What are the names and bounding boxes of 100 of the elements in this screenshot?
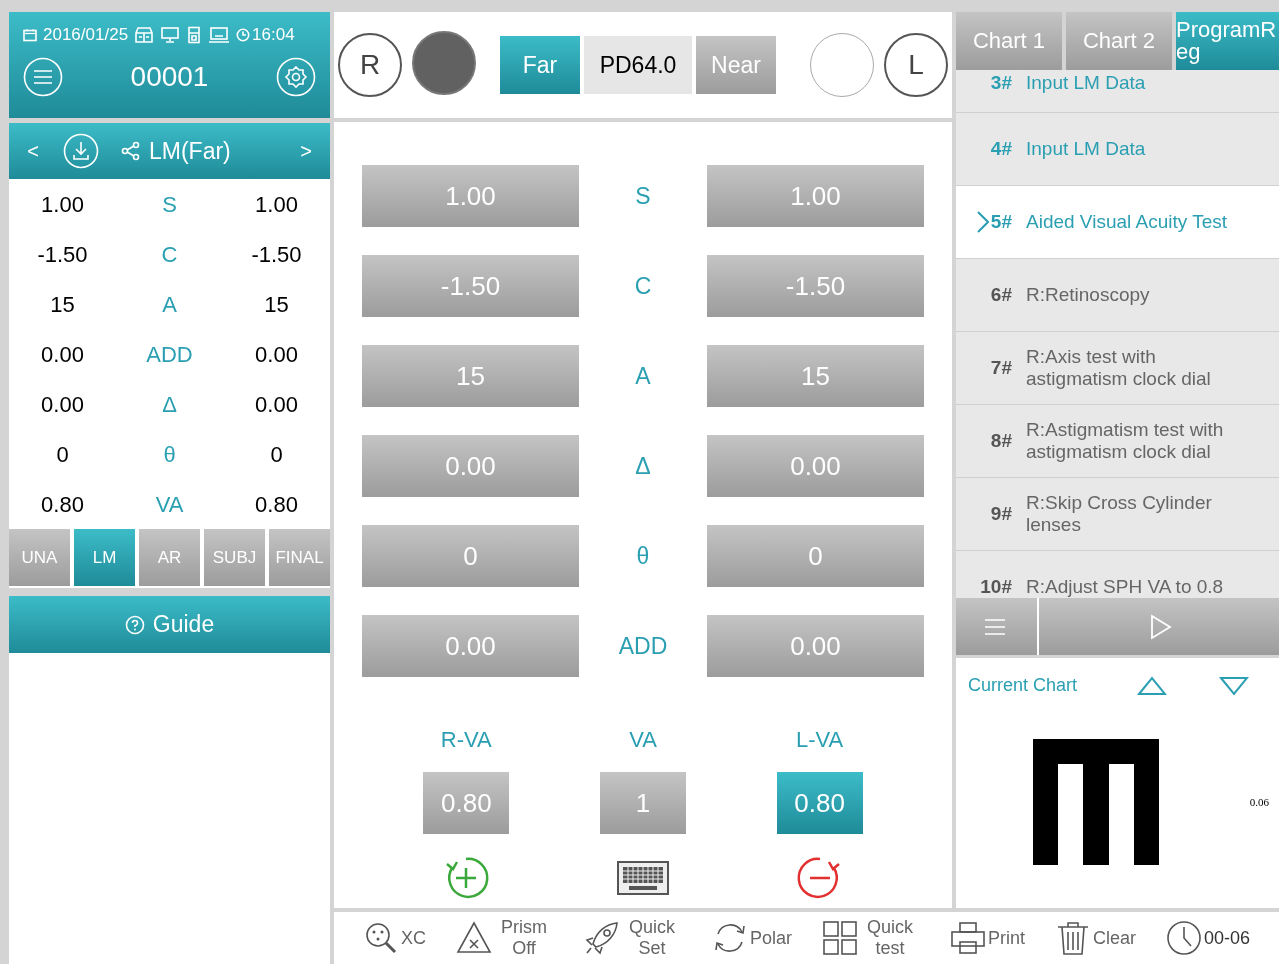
left-value-button[interactable]: 0.00 — [707, 615, 924, 677]
left-value: 1.00 — [254, 190, 299, 219]
left-value: 0.80 — [254, 490, 299, 519]
step-number: 4# — [990, 136, 1012, 161]
date-text: 2016/01/25 — [43, 24, 129, 46]
acuity-field[interactable]: 0.80 — [423, 772, 510, 834]
device-icon — [134, 25, 155, 44]
toolbar-button[interactable]: Clear — [1054, 920, 1136, 956]
lens-meter-title: LM(Far) — [149, 136, 231, 166]
triangle-icon — [456, 920, 492, 956]
parameter-label: ADD — [617, 631, 669, 661]
toolbar-button[interactable]: Polar — [711, 920, 792, 956]
next-button[interactable]: > — [296, 136, 316, 166]
time-text: 16:04 — [252, 24, 295, 46]
step-number: 8# — [990, 428, 1012, 453]
right-value-button[interactable]: -1.50 — [362, 255, 579, 317]
program-step[interactable]: 5# Aided Visual Acuity Test — [956, 186, 1279, 259]
left-value: 0 — [269, 440, 284, 469]
parameter-label: C — [633, 271, 653, 301]
left-value-button[interactable]: 0 — [707, 525, 924, 587]
right-value: 0 — [55, 440, 70, 469]
step-number: 3# — [990, 70, 1012, 95]
chart-tab[interactable]: Chart 2 — [1066, 12, 1172, 70]
right-value-button[interactable]: 1.00 — [362, 165, 579, 227]
right-value: 0.80 — [40, 490, 85, 519]
patient-id: 00001 — [130, 59, 209, 94]
magnifier-icon — [363, 920, 399, 956]
step-number: 6# — [990, 282, 1012, 307]
acuity-field[interactable]: 0.80 — [776, 772, 863, 834]
right-value-button[interactable]: 15 — [362, 345, 579, 407]
chevron-icon — [976, 211, 989, 233]
toolbar-button[interactable]: XC — [363, 920, 426, 956]
acuity-label: R-VA — [440, 726, 492, 754]
step-number: 10# — [980, 574, 1012, 598]
parameter-label: S — [161, 190, 178, 219]
eye-button[interactable]: L — [884, 33, 948, 97]
left-value-button[interactable]: 15 — [707, 345, 924, 407]
chart-tab[interactable]: ProgramReg — [1176, 12, 1279, 70]
step-number: 9# — [990, 501, 1012, 526]
left-value: 0.00 — [254, 340, 299, 369]
calendar-icon — [23, 27, 37, 42]
laptop-icon — [208, 25, 231, 44]
pupil-distance: PD64.0 — [584, 36, 692, 94]
toolbar-button[interactable]: 00-06 — [1165, 920, 1250, 956]
mode-tab[interactable]: SUBJ — [204, 529, 265, 586]
right-value: 0.00 — [40, 340, 85, 369]
right-value: 15 — [49, 290, 76, 319]
rocket-icon — [583, 920, 620, 956]
right-value-button[interactable]: 0 — [362, 525, 579, 587]
eye-button[interactable]: R — [338, 33, 402, 97]
distance-toggle[interactable]: Near — [696, 36, 776, 94]
menu-icon — [984, 616, 1006, 637]
down-button[interactable] — [1219, 675, 1250, 696]
step-number: 5# — [990, 209, 1012, 234]
parameter-label: ADD — [145, 340, 194, 369]
share-icon — [121, 141, 141, 161]
step-text: Input LM Data — [1026, 72, 1147, 94]
parameter-label: C — [160, 240, 179, 269]
mode-tab[interactable]: FINAL — [269, 529, 330, 586]
mode-tab[interactable]: UNA — [9, 529, 70, 586]
download-button[interactable] — [63, 133, 99, 169]
right-value-button[interactable]: 0.00 — [362, 615, 579, 677]
chart-tab[interactable]: Chart 1 — [956, 12, 1062, 70]
right-value-button[interactable]: 0.00 — [362, 435, 579, 497]
left-value-button[interactable]: -1.50 — [707, 255, 924, 317]
grid-icon — [821, 920, 858, 956]
monitor-icon — [160, 25, 181, 44]
parameter-label: A — [634, 361, 652, 391]
right-value: 1.00 — [40, 190, 85, 219]
step-text: R:Retinoscopy — [1026, 284, 1151, 306]
guide-button[interactable]: Guide — [9, 596, 330, 653]
toolbar-button[interactable]: Prism Off — [456, 917, 554, 959]
parameter-label: θ — [162, 440, 177, 469]
clock-icon — [236, 27, 251, 42]
toolbar-button[interactable]: Quick Set — [583, 917, 682, 959]
parameter-label: Δ — [634, 451, 652, 481]
toolbar-button[interactable]: Quick test — [821, 917, 920, 959]
menu-button[interactable] — [23, 56, 63, 97]
current-chart-label: Current Chart — [968, 674, 1078, 697]
left-value: -1.50 — [250, 240, 303, 269]
settings-button[interactable] — [276, 56, 316, 97]
acuity-label: L-VA — [796, 726, 844, 754]
step-text: Aided Visual Acuity Test — [1026, 211, 1229, 233]
distance-toggle[interactable]: Far — [500, 36, 580, 94]
left-value-button[interactable]: 0.00 — [707, 435, 924, 497]
step-text: Input LM Data — [1026, 138, 1147, 160]
mode-tab[interactable]: AR — [139, 529, 200, 586]
left-value-button[interactable]: 1.00 — [707, 165, 924, 227]
parameter-label: VA — [154, 490, 185, 519]
step-number: 7# — [990, 355, 1012, 380]
mode-tab[interactable]: LM — [74, 529, 135, 586]
step-text: R:Skip Cross Cylinder lenses — [1026, 492, 1213, 536]
play-icon — [1149, 613, 1172, 640]
step-text: R:Astigmatism test with astigmatism clock dial — [1026, 419, 1225, 463]
up-button[interactable] — [1137, 675, 1168, 696]
toolbar-button[interactable]: Print — [949, 920, 1025, 956]
previous-button[interactable]: < — [23, 136, 43, 166]
acuity-value: 0.06 — [1249, 794, 1269, 810]
help-icon — [124, 614, 145, 635]
acuity-field[interactable]: 1 — [600, 772, 686, 834]
